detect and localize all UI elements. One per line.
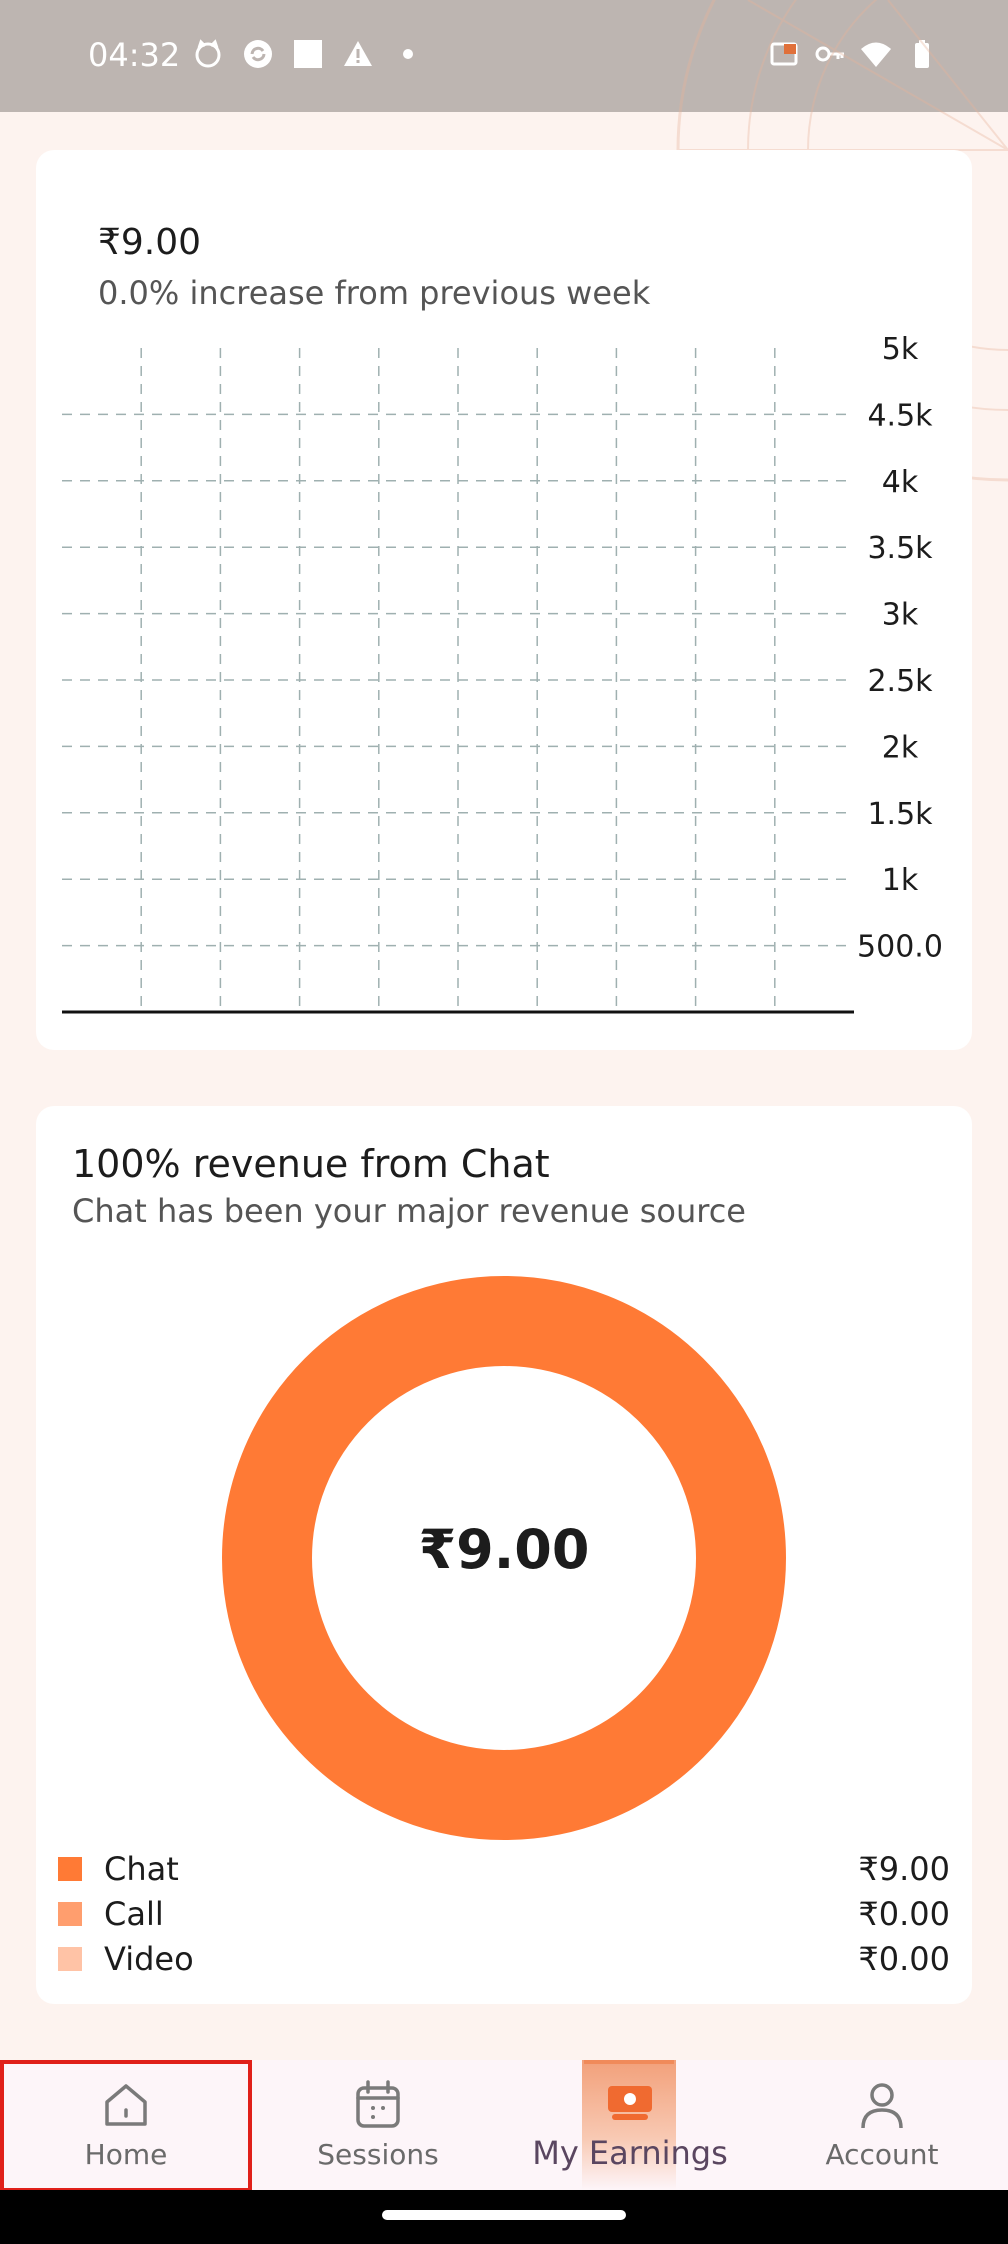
nav-sessions[interactable]: Sessions bbox=[252, 2060, 504, 2190]
legend-value: ₹9.00 bbox=[858, 1849, 950, 1888]
y-tick-label: 2k bbox=[882, 730, 919, 765]
home-indicator[interactable] bbox=[382, 2210, 626, 2220]
money-icon bbox=[608, 2086, 652, 2120]
revenue-title: 100% revenue from Chat bbox=[72, 1142, 550, 1186]
nav-label-my-earnings: My Earnings bbox=[532, 2134, 728, 2172]
legend-label: Video bbox=[104, 1939, 194, 1978]
y-tick-label: 2.5k bbox=[867, 664, 933, 699]
legend-swatch-call bbox=[58, 1901, 82, 1926]
warning-icon bbox=[344, 41, 372, 66]
legend-item-video: Video ₹0.00 bbox=[58, 1936, 950, 1981]
square-icon bbox=[294, 40, 322, 68]
y-tick-label: 1.5k bbox=[867, 797, 933, 832]
legend-item-chat: Chat ₹9.00 bbox=[58, 1846, 950, 1891]
wifi-icon bbox=[861, 42, 891, 67]
person-icon bbox=[861, 2083, 903, 2129]
my-earnings-tab-content[interactable]: My Earnings bbox=[504, 2074, 756, 2172]
legend-swatch-chat bbox=[58, 1856, 82, 1881]
key-icon bbox=[815, 46, 844, 62]
y-tick-label: 3k bbox=[882, 598, 919, 633]
donut-center-amount: ₹9.00 bbox=[418, 1518, 590, 1581]
revenue-legend: Chat ₹9.00 Call ₹0.00 Video ₹0.00 bbox=[58, 1846, 950, 1981]
legend-label: Chat bbox=[104, 1849, 179, 1888]
weekly-earnings-chart: 500.0 1k 1.5k 2k 2.5k 3k 3.5k 4k 4.5k 5k bbox=[62, 332, 943, 1014]
cat-icon bbox=[195, 39, 221, 68]
revenue-source-card: 100% revenue from Chat Chat has been you… bbox=[36, 1106, 972, 2004]
weekly-earnings-card: ₹9.00 0.0% increase from previous week 5… bbox=[36, 150, 972, 1050]
battery-icon bbox=[915, 40, 929, 68]
revenue-subtitle: Chat has been your major revenue source bbox=[72, 1192, 746, 1230]
y-tick-label: 4.5k bbox=[867, 398, 933, 433]
status-bar: 04:32 bbox=[0, 0, 1008, 112]
status-time: 04:32 bbox=[88, 36, 181, 74]
active-tab-indicator bbox=[584, 2060, 674, 2064]
nav-label-account: Account bbox=[825, 2138, 939, 2171]
y-tick-label: 4k bbox=[882, 465, 919, 500]
legend-value: ₹0.00 bbox=[858, 1894, 950, 1933]
status-icons-left bbox=[192, 38, 424, 70]
y-tick-label: 3.5k bbox=[867, 531, 933, 566]
nav-account[interactable]: Account bbox=[756, 2060, 1008, 2190]
y-tick-label: 1k bbox=[882, 863, 919, 898]
legend-label: Call bbox=[104, 1894, 164, 1933]
highlight-box bbox=[0, 2060, 252, 2192]
legend-value: ₹0.00 bbox=[858, 1939, 950, 1978]
cast-icon bbox=[770, 42, 798, 66]
legend-swatch-video bbox=[58, 1946, 82, 1971]
sync-icon bbox=[244, 40, 272, 68]
legend-item-call: Call ₹0.00 bbox=[58, 1891, 950, 1936]
y-tick-label: 5k bbox=[882, 332, 919, 367]
calendar-icon bbox=[356, 2080, 400, 2128]
dot-icon bbox=[403, 49, 413, 59]
status-icons-right bbox=[768, 38, 938, 70]
y-tick-label: 500.0 bbox=[857, 930, 943, 965]
nav-label-sessions: Sessions bbox=[317, 2138, 439, 2171]
